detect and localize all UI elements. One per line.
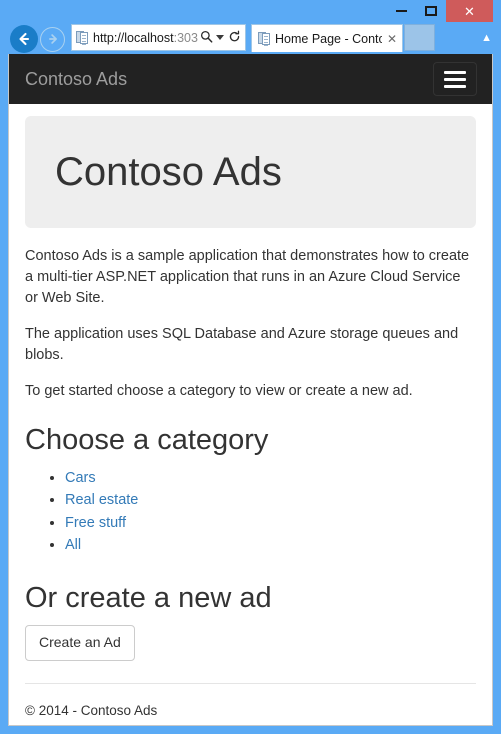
back-button[interactable]: [10, 25, 38, 53]
category-link-cars[interactable]: Cars: [65, 470, 96, 486]
maximize-icon: [425, 5, 437, 16]
hamburger-bar-2: [444, 77, 466, 81]
hamburger-bar-3: [444, 84, 466, 88]
category-link-real-estate[interactable]: Real estate: [65, 492, 138, 508]
close-button[interactable]: ✕: [446, 0, 493, 22]
navigation-buttons: [8, 24, 65, 54]
jumbotron: Contoso Ads: [25, 116, 476, 228]
navbar-brand[interactable]: Contoso Ads: [25, 69, 127, 89]
list-item: All: [65, 534, 476, 556]
intro-paragraph-2: The application uses SQL Database and Az…: [25, 326, 459, 364]
list-item: Cars: [65, 467, 476, 489]
browser-tab-home-page[interactable]: Home Page - Contoso... ✕: [251, 24, 403, 52]
page-icon: [76, 30, 89, 45]
forward-button[interactable]: [40, 26, 65, 52]
site-navbar: Contoso Ads: [9, 54, 492, 104]
search-icon[interactable]: [198, 30, 214, 46]
close-icon: ✕: [464, 3, 475, 19]
tab-page-icon: [258, 31, 271, 46]
list-item: Free stuff: [65, 512, 476, 534]
intro-paragraph-1: Contoso Ads is a sample application that…: [25, 248, 470, 307]
address-bar[interactable]: http://localhost:30351,: [71, 24, 246, 51]
create-ad-heading: Or create a new ad: [25, 581, 272, 614]
page-container: Contoso Ads Contoso Ads is a sample appl…: [9, 116, 492, 718]
chrome-overflow-icon[interactable]: ▲: [481, 32, 492, 44]
window-titlebar: ✕: [8, 0, 493, 24]
url-rest: :30351,: [173, 30, 198, 45]
address-bar-icons: [198, 30, 242, 46]
footer-copyright: © 2014 - Contoso Ads: [25, 702, 158, 718]
chevron-down-icon[interactable]: [216, 35, 224, 40]
list-item: Real estate: [65, 489, 476, 511]
create-an-ad-button[interactable]: Create an Ad: [25, 624, 135, 661]
arrow-right-icon: [48, 34, 57, 44]
tab-close-icon[interactable]: ✕: [387, 32, 397, 46]
intro-paragraph-3: To get started choose a category to view…: [25, 383, 413, 400]
url-host: http://localhost: [93, 30, 174, 45]
maximize-button[interactable]: [416, 0, 446, 21]
navbar-toggle-button[interactable]: [433, 62, 477, 96]
category-link-free-stuff[interactable]: Free stuff: [65, 515, 126, 531]
choose-category-heading: Choose a category: [25, 424, 269, 457]
hamburger-bar-1: [444, 70, 466, 74]
page-title: Contoso Ads: [55, 150, 282, 194]
intro-copy: Contoso Ads is a sample application that…: [25, 246, 476, 402]
arrow-left-icon: [19, 32, 30, 46]
chrome-right-controls: ▲: [435, 24, 493, 52]
page-viewport: Contoso Ads Contoso Ads Contoso Ads is a…: [8, 54, 493, 726]
category-list: Cars Real estate Free stuff All: [25, 467, 476, 555]
minimize-button[interactable]: [386, 0, 416, 21]
refresh-icon[interactable]: [226, 30, 242, 46]
category-link-all[interactable]: All: [65, 537, 81, 553]
tab-strip: Home Page - Contoso... ✕ ▲: [251, 24, 493, 54]
new-tab-button[interactable]: [404, 24, 435, 51]
tab-title: Home Page - Contoso...: [275, 31, 382, 46]
minimize-icon: [395, 9, 407, 12]
address-bar-url: http://localhost:30351,: [93, 31, 198, 45]
browser-window: ✕ http://localhost:303 Home Page - Cont …: [0, 0, 501, 734]
browser-chrome: http://localhost:30351,: [8, 24, 493, 54]
